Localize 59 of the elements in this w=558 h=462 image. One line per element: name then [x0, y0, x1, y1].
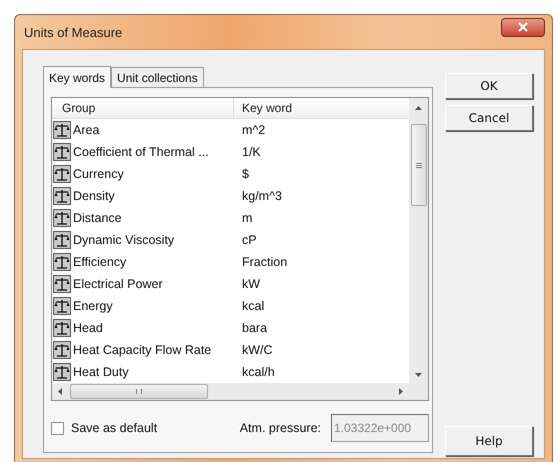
- key-word-cell-text: bara: [241, 321, 268, 335]
- group-cell: Head: [73, 321, 103, 335]
- scroll-down-icon[interactable]: [415, 373, 422, 377]
- scroll-thumb[interactable]: [70, 384, 208, 399]
- key-word-cell-text: m: [241, 211, 254, 225]
- grip-icon: [136, 389, 142, 394]
- vertical-scrollbar[interactable]: [409, 98, 428, 383]
- group-cell: Area: [73, 123, 100, 137]
- window-title: Units of Measure: [23, 24, 122, 40]
- column-header[interactable]: Group: [52, 98, 234, 118]
- key-word-cell-text: kW: [241, 277, 262, 291]
- key-word-cell-text: kcal/h: [241, 365, 276, 379]
- scale-icon: [53, 319, 71, 337]
- close-button[interactable]: [501, 18, 545, 36]
- help-button[interactable]: Help: [445, 426, 533, 456]
- scale-icon: [53, 253, 71, 271]
- scale-icon: [53, 341, 71, 359]
- group-cell: Dynamic Viscosity: [73, 233, 174, 247]
- key-word-cell-text: Fraction: [241, 255, 288, 269]
- key-word-cell-text: kcal: [241, 299, 266, 313]
- scroll-up-icon[interactable]: [415, 106, 422, 110]
- column-header[interactable]: Key word: [234, 98, 409, 118]
- group-cell: Heat Duty: [73, 365, 129, 379]
- key-word-cell-text: $: [241, 167, 250, 181]
- group-cell: Currency: [73, 167, 124, 181]
- scroll-thumb[interactable]: [410, 124, 426, 206]
- scale-icon: [53, 363, 71, 381]
- ok-button[interactable]: OK: [445, 73, 533, 99]
- group-cell: Density: [73, 189, 115, 203]
- key-word-cell-text: kW/C: [241, 343, 274, 357]
- group-cell: Efficiency: [73, 255, 126, 269]
- scroll-right-icon[interactable]: [399, 388, 403, 395]
- tab[interactable]: Key words: [43, 66, 112, 88]
- close-icon: [518, 22, 528, 32]
- horizontal-scrollbar[interactable]: [52, 383, 428, 400]
- scale-icon: [53, 121, 71, 139]
- scale-icon: [53, 209, 71, 227]
- group-cell: Energy: [73, 299, 113, 313]
- scroll-left-icon[interactable]: [58, 388, 62, 395]
- save-default-label: Save as default: [71, 421, 158, 435]
- cancel-button[interactable]: Cancel: [445, 105, 533, 131]
- scale-icon: [53, 231, 71, 249]
- scale-icon: [53, 297, 71, 315]
- scale-icon: [53, 165, 71, 183]
- tab[interactable]: Unit collections: [111, 67, 204, 87]
- scale-icon: [53, 143, 71, 161]
- save-default-checkbox[interactable]: [51, 422, 64, 434]
- key-word-cell-text: kg/m^3: [241, 189, 283, 203]
- group-cell: Distance: [73, 211, 122, 225]
- grip-icon: [416, 162, 422, 168]
- group-cell: Coefficient of Thermal ...: [73, 145, 209, 159]
- atm-pressure-label: Atm. pressure:: [240, 421, 321, 435]
- key-word-cell-text: 1/K: [241, 145, 262, 159]
- group-cell: Electrical Power: [73, 277, 163, 291]
- key-word-cell-text: cP: [241, 233, 258, 247]
- scale-icon: [53, 275, 71, 293]
- scale-icon: [53, 187, 71, 205]
- key-word-cell-text: m^2: [241, 123, 266, 137]
- group-cell: Heat Capacity Flow Rate: [73, 343, 212, 357]
